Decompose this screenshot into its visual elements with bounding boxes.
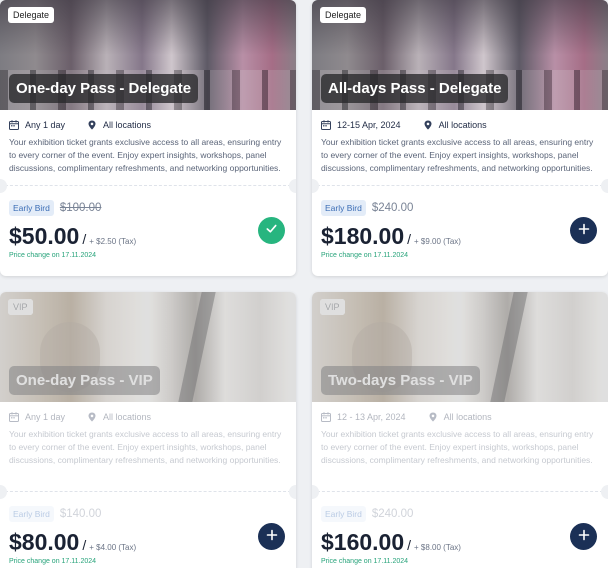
ticket-image: VIP Two-days Pass - VIP (312, 292, 608, 402)
calendar-icon (321, 412, 331, 422)
ticket-description: Your exhibition ticket grants exclusive … (321, 429, 594, 465)
ticket-date: 12 - 13 Apr, 2024 (337, 412, 406, 422)
plus-icon (578, 529, 590, 545)
price-row: $50.00 / + $2.50 (Tax) (9, 223, 287, 250)
ticket-body: Any 1 day All locations Your exhibition … (0, 110, 296, 175)
ticket-date: Any 1 day (25, 120, 66, 130)
early-bird-row: Early Bird $100.00 (9, 200, 287, 216)
ticket-location: All locations (438, 120, 487, 130)
ticket-title: All-days Pass - Delegate (321, 74, 509, 103)
original-price: $140.00 (59, 508, 102, 520)
early-bird-badge: Early Bird (9, 506, 54, 522)
ticket-image: Delegate All-days Pass - Delegate (312, 0, 608, 110)
ticket-image: Delegate One-day Pass - Delegate (0, 0, 296, 110)
ticket-card-one-day-delegate[interactable]: Delegate One-day Pass - Delegate Any 1 d… (0, 0, 296, 276)
price-separator: / (82, 231, 87, 247)
ticket-card-one-day-vip[interactable]: VIP One-day Pass - VIP Any 1 day All loc… (0, 292, 296, 568)
add-ticket-button[interactable] (258, 523, 285, 550)
calendar-icon (321, 120, 331, 130)
ticket-location: All locations (443, 412, 492, 422)
current-price: $160.00 (321, 529, 405, 555)
price-row: $160.00 / + $8.00 (Tax) (321, 529, 599, 556)
ticket-pricing: Early Bird $100.00 $50.00 / + $2.50 (Tax… (0, 186, 296, 259)
map-pin-icon (423, 120, 433, 130)
early-bird-badge: Early Bird (321, 200, 366, 216)
ticket-title: One-day Pass - Delegate (9, 74, 199, 103)
ticket-description: Your exhibition ticket grants exclusive … (9, 137, 282, 173)
original-price: $240.00 (371, 508, 414, 520)
ticket-body: 12-15 Apr, 2024 All locations Your exhib… (312, 110, 608, 175)
ticket-location: All locations (103, 120, 152, 130)
plus-icon (266, 529, 278, 545)
price-separator: / (407, 231, 412, 247)
ticket-location: All locations (103, 412, 152, 422)
map-pin-icon (87, 412, 97, 422)
ticket-date: Any 1 day (25, 412, 66, 422)
current-price: $80.00 (9, 529, 80, 555)
price-separator: / (407, 537, 412, 553)
ticket-category-tag: VIP (320, 299, 345, 315)
ticket-card-two-days-vip[interactable]: VIP Two-days Pass - VIP 12 - 13 Apr, 202… (312, 292, 608, 568)
early-bird-row: Early Bird $140.00 (9, 506, 287, 522)
map-pin-icon (87, 120, 97, 130)
add-ticket-button[interactable] (570, 523, 597, 550)
selected-button[interactable] (258, 217, 285, 244)
ticket-meta: Any 1 day All locations (0, 110, 296, 130)
early-bird-badge: Early Bird (9, 200, 54, 216)
calendar-icon (9, 412, 19, 422)
tax-amount: + $9.00 (Tax) (414, 237, 461, 246)
original-price: $240.00 (371, 202, 414, 214)
ticket-pricing: Early Bird $240.00 $180.00 / + $9.00 (Ta… (312, 186, 608, 259)
ticket-grid: Delegate One-day Pass - Delegate Any 1 d… (0, 0, 608, 568)
price-change-note: Price change on 17.11.2024 (321, 252, 409, 259)
calendar-icon (9, 120, 19, 130)
current-price: $50.00 (9, 223, 80, 249)
original-price: $100.00 (59, 202, 102, 214)
current-price: $180.00 (321, 223, 405, 249)
ticket-meta: 12 - 13 Apr, 2024 All locations (312, 402, 608, 422)
tax-amount: + $8.00 (Tax) (414, 543, 461, 552)
ticket-category-tag: VIP (8, 299, 33, 315)
price-row: $80.00 / + $4.00 (Tax) (9, 529, 287, 556)
price-change-note: Price change on 17.11.2024 (9, 252, 97, 259)
tax-amount: + $4.00 (Tax) (89, 543, 137, 552)
price-change-note: Price change on 17.11.2024 (321, 558, 409, 565)
ticket-image: VIP One-day Pass - VIP (0, 292, 296, 402)
ticket-card-all-days-delegate[interactable]: Delegate All-days Pass - Delegate 12-15 … (312, 0, 608, 276)
early-bird-badge: Early Bird (321, 506, 366, 522)
ticket-description: Your exhibition ticket grants exclusive … (9, 429, 282, 465)
ticket-title: One-day Pass - VIP (9, 366, 160, 395)
ticket-meta: Any 1 day All locations (0, 402, 296, 422)
ticket-pricing: Early Bird $140.00 $80.00 / + $4.00 (Tax… (0, 492, 296, 565)
ticket-category-tag: Delegate (8, 7, 55, 23)
ticket-date: 12-15 Apr, 2024 (337, 120, 401, 130)
early-bird-row: Early Bird $240.00 (321, 506, 599, 522)
early-bird-row: Early Bird $240.00 (321, 200, 599, 216)
ticket-meta: 12-15 Apr, 2024 All locations (312, 110, 608, 130)
ticket-body: Any 1 day All locations Your exhibition … (0, 402, 296, 467)
ticket-description: Your exhibition ticket grants exclusive … (321, 137, 594, 173)
plus-icon (578, 223, 590, 239)
price-separator: / (82, 537, 87, 553)
add-ticket-button[interactable] (570, 217, 597, 244)
ticket-pricing: Early Bird $240.00 $160.00 / + $8.00 (Ta… (312, 492, 608, 565)
check-icon (265, 222, 278, 239)
price-row: $180.00 / + $9.00 (Tax) (321, 223, 599, 250)
ticket-title: Two-days Pass - VIP (321, 366, 480, 395)
price-change-note: Price change on 17.11.2024 (9, 558, 97, 565)
ticket-body: 12 - 13 Apr, 2024 All locations Your exh… (312, 402, 608, 467)
ticket-category-tag: Delegate (320, 7, 367, 23)
tax-amount: + $2.50 (Tax) (89, 237, 137, 246)
map-pin-icon (428, 412, 438, 422)
